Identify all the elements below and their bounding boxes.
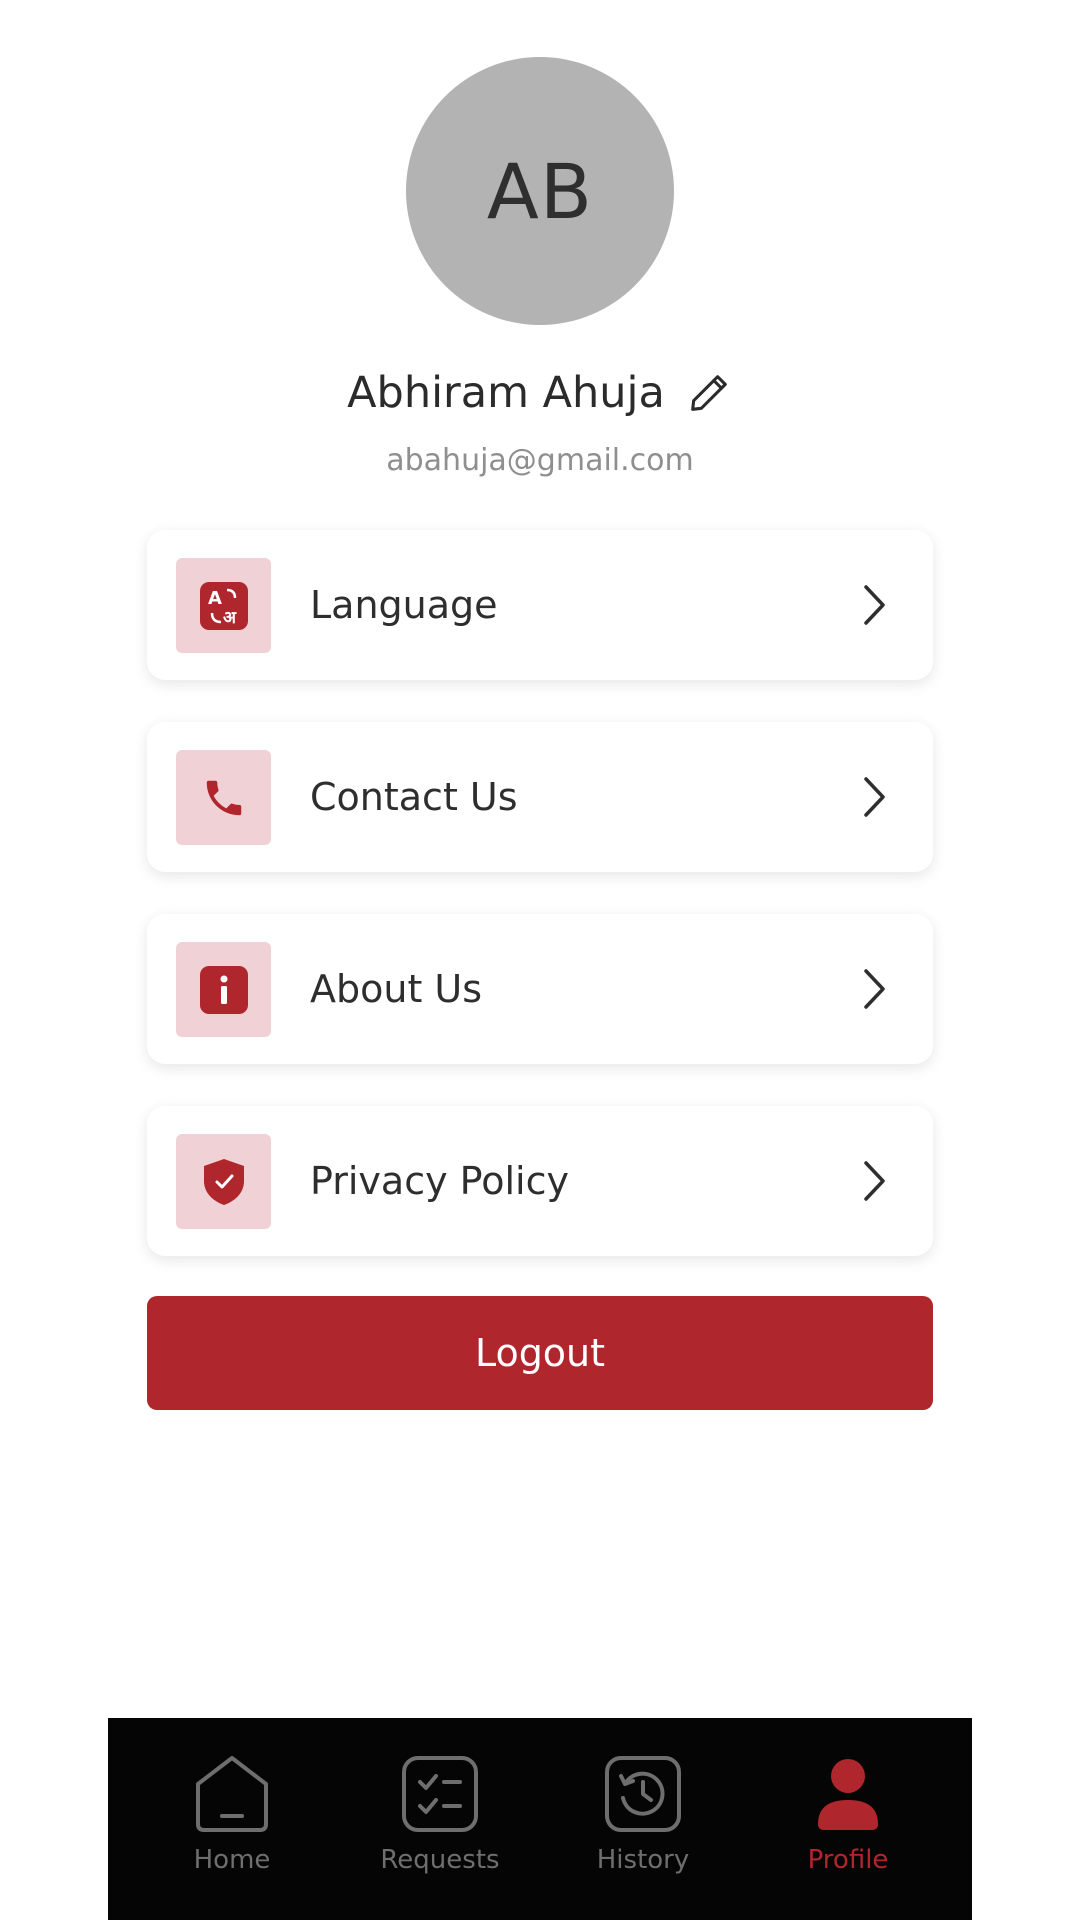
nav-item-home[interactable]: Home [132,1718,332,1920]
nav-item-history[interactable]: History [543,1718,743,1920]
profile-screen: AB Abhiram Ahuja abahuja@gmail.com A अ L [0,0,1080,1920]
profile-name-row: Abhiram Ahuja [0,368,1080,418]
phone-icon [176,750,271,845]
profile-email: abahuja@gmail.com [386,443,694,478]
profile-name: Abhiram Ahuja [347,368,665,418]
menu-item-label: Privacy Policy [310,1159,569,1203]
chevron-right-icon [864,1161,885,1201]
home-icon [191,1753,273,1835]
menu-item-about-us[interactable]: About Us [147,914,933,1064]
history-icon [602,1753,684,1835]
avatar: AB [406,57,674,325]
chevron-right-icon [864,585,885,625]
checklist-icon [399,1753,481,1835]
chevron-right-icon [864,777,885,817]
menu-item-label: Language [310,583,498,627]
avatar-initials: AB [486,146,594,236]
nav-label: Requests [380,1845,500,1875]
menu-item-privacy-policy[interactable]: Privacy Policy [147,1106,933,1256]
shield-check-icon [176,1134,271,1229]
bottom-nav: Home Requests History Profile [108,1718,972,1920]
chevron-right-icon [864,969,885,1009]
language-icon: A अ [176,558,271,653]
svg-text:A: A [208,588,222,609]
settings-menu: A अ Language Contact Us About Us Privacy… [147,530,933,1298]
menu-item-language[interactable]: A अ Language [147,530,933,680]
nav-label: History [596,1845,690,1875]
user-icon [807,1753,889,1835]
nav-label: Profile [807,1845,889,1875]
svg-text:अ: अ [223,608,237,628]
pencil-icon[interactable] [685,369,733,417]
menu-item-contact-us[interactable]: Contact Us [147,722,933,872]
menu-item-label: Contact Us [310,775,518,819]
info-icon [176,942,271,1037]
logout-button[interactable]: Logout [147,1296,933,1410]
menu-item-label: About Us [310,967,483,1011]
nav-item-profile[interactable]: Profile [748,1718,948,1920]
nav-item-requests[interactable]: Requests [340,1718,540,1920]
nav-label: Home [193,1845,271,1875]
